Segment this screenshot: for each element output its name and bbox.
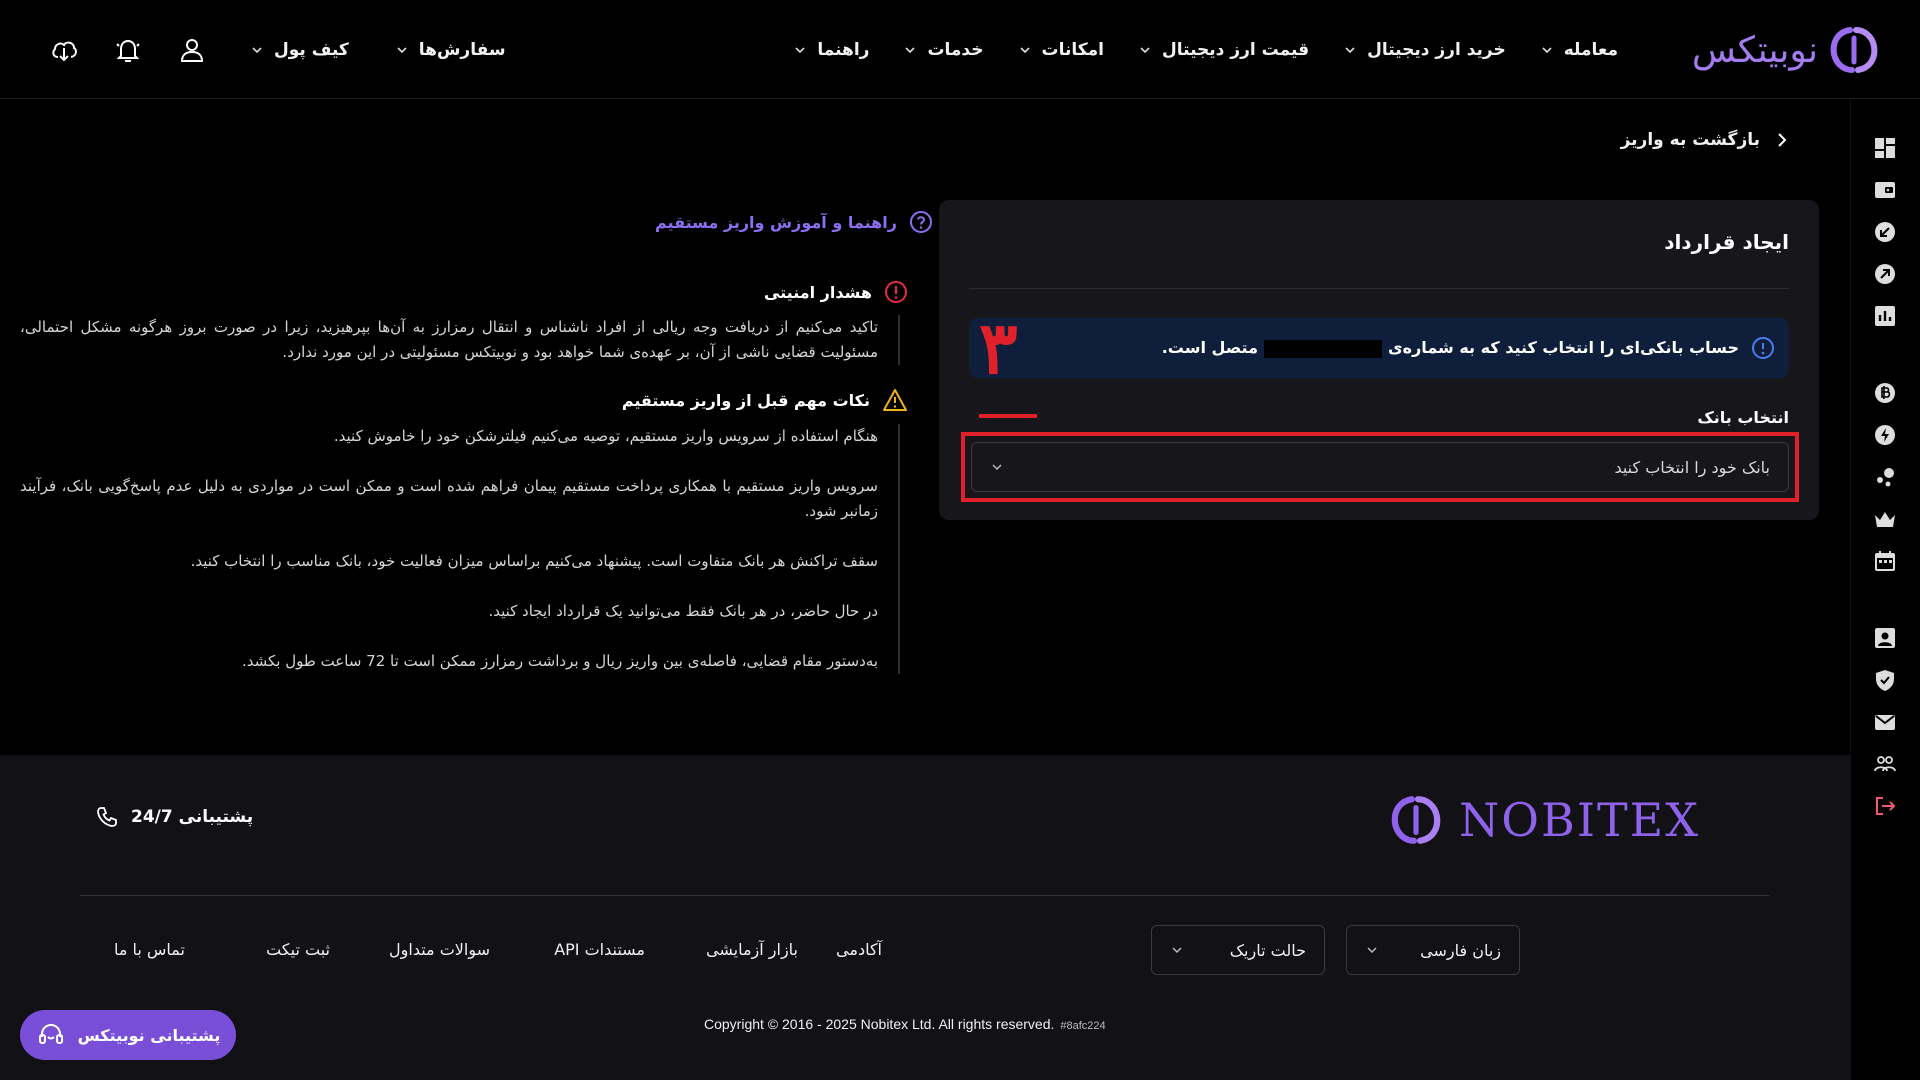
security-warning-heading: هشدار امنیتی xyxy=(764,280,908,304)
footer-link-faq[interactable]: سوالات متداول xyxy=(389,940,490,959)
footer-link-academy[interactable]: آکادمی xyxy=(836,940,882,959)
footer-link-test-market[interactable]: بازار آزمایشی xyxy=(706,940,798,959)
footer-logo[interactable]: NOBITEX xyxy=(1389,793,1700,847)
copyright-text: Copyright © 2016 - 2025 Nobitex Ltd. All… xyxy=(704,1016,1106,1032)
tip-item: سقف تراکنش هر بانک متفاوت است. پیشنهاد م… xyxy=(190,552,878,570)
nav-crypto-price[interactable]: قیمت ارز دیجیتال xyxy=(1138,40,1309,60)
nobitex-logo[interactable]: نوبیتکس xyxy=(1692,20,1880,80)
chevron-down-icon xyxy=(1542,47,1552,54)
logout-icon[interactable] xyxy=(1872,793,1898,819)
crown-icon[interactable] xyxy=(1872,506,1898,532)
bank-select-dropdown[interactable]: بانک خود را انتخاب کنید xyxy=(971,442,1789,492)
chevron-down-icon xyxy=(905,47,916,54)
nav-trade[interactable]: معامله xyxy=(1540,40,1618,60)
side-menu xyxy=(1850,100,1920,1080)
footer-link-api-docs[interactable]: مستندات API xyxy=(554,940,645,959)
nobitex-logo-mark-icon xyxy=(1391,796,1441,844)
card-title: ایجاد قرارداد xyxy=(1664,230,1789,254)
card-divider xyxy=(969,288,1789,289)
nobitex-logo-mark-icon xyxy=(1830,27,1878,73)
info-circle-icon xyxy=(1752,337,1774,359)
back-to-deposit-link[interactable]: بازگشت به واریز xyxy=(1621,130,1790,150)
nav-wallet[interactable]: کیف پول xyxy=(250,40,349,60)
tips-heading: نکات مهم قبل از واریز مستقیم xyxy=(622,388,908,412)
main-nav: معامله خرید ارز دیجیتال قیمت ارز دیجیتال… xyxy=(793,30,1618,70)
security-icon[interactable] xyxy=(1872,667,1898,693)
footer-logo-text: NOBITEX xyxy=(1459,793,1700,847)
theme-select[interactable]: حالت تاریک xyxy=(1151,925,1325,975)
notification-bell-icon[interactable] xyxy=(112,34,144,66)
top-header: نوبیتکس معامله خرید ارز دیجیتال قیمت ارز… xyxy=(0,0,1920,99)
step-underline-annotation xyxy=(979,414,1037,418)
security-warning-body: تاکید می‌کنیم از دریافت وجه ریالی از افر… xyxy=(20,315,900,365)
chevron-down-icon xyxy=(397,47,407,54)
friends-icon[interactable] xyxy=(1872,751,1898,777)
chevron-down-icon xyxy=(1172,947,1182,954)
flash-icon[interactable] xyxy=(1872,422,1898,448)
user-nav: سفارش‌ها کیف پول xyxy=(250,30,506,70)
message-icon[interactable] xyxy=(1872,709,1898,735)
chevron-right-icon xyxy=(1778,133,1787,147)
tip-item: هنگام استفاده از سرویس واریز مستقیم، توص… xyxy=(333,427,878,445)
nobitex-support-button[interactable]: پشتیبانی نوبیتکس xyxy=(20,1010,236,1060)
profile-icon[interactable] xyxy=(1872,625,1898,651)
step-number-annotation: ۳ xyxy=(979,305,1018,390)
direct-deposit-guide-link[interactable]: راهنما و آموزش واریز مستقیم xyxy=(655,210,933,234)
tip-item: به‌دستور مقام قضایی، فاصله‌ی بین واریز ر… xyxy=(241,652,878,670)
back-label: بازگشت به واریز xyxy=(1620,130,1760,150)
withdraw-icon[interactable] xyxy=(1872,261,1898,287)
referral-icon[interactable] xyxy=(1872,464,1898,490)
headset-icon xyxy=(38,1023,63,1044)
info-text: حساب بانکی‌ای را انتخاب کنید که به شماره… xyxy=(1161,338,1739,358)
chevron-down-icon xyxy=(992,464,1002,471)
alert-circle-icon xyxy=(885,281,907,303)
header-icon-group xyxy=(48,30,208,70)
footer-divider xyxy=(80,895,1770,896)
nav-help[interactable]: راهنما xyxy=(793,40,869,60)
nav-orders[interactable]: سفارش‌ها xyxy=(395,40,506,60)
redacted-phone-number xyxy=(1263,339,1382,358)
coin-icon[interactable] xyxy=(1872,380,1898,406)
report-icon[interactable] xyxy=(1872,303,1898,329)
chevron-down-icon xyxy=(795,47,805,54)
tips-list: هنگام استفاده از سرویس واریز مستقیم، توص… xyxy=(20,424,900,674)
guide-link-label: راهنما و آموزش واریز مستقیم xyxy=(655,212,897,232)
create-contract-card: ایجاد قرارداد حساب بانکی‌ای را انتخاب کن… xyxy=(939,200,1819,520)
chevron-down-icon xyxy=(1019,47,1030,54)
security-warning-text: تاکید می‌کنیم از دریافت وجه ریالی از افر… xyxy=(20,318,878,361)
support-24-7[interactable]: پشتیبانی 24/7 xyxy=(95,805,253,829)
wallet-icon[interactable] xyxy=(1872,177,1898,203)
nav-buy-crypto[interactable]: خرید ارز دیجیتال xyxy=(1343,40,1506,60)
deposit-icon[interactable] xyxy=(1872,219,1898,245)
chevron-down-icon xyxy=(252,47,262,54)
download-app-icon[interactable] xyxy=(48,34,80,66)
tip-item: سرویس واریز مستقیم با همکاری پرداخت مستق… xyxy=(20,477,878,520)
phone-icon xyxy=(97,807,117,827)
bank-account-info-box: حساب بانکی‌ای را انتخاب کنید که به شماره… xyxy=(969,318,1789,378)
user-account-icon[interactable] xyxy=(176,34,208,66)
footer-link-contact[interactable]: تماس با ما xyxy=(114,940,185,959)
build-hash: #8afc224 xyxy=(1060,1020,1106,1032)
bank-select-label: انتخاب بانک xyxy=(1697,408,1789,427)
help-circle-icon xyxy=(909,211,932,233)
logo-text: نوبیتکس xyxy=(1691,29,1818,71)
chevron-down-icon xyxy=(1367,947,1377,954)
chevron-down-icon xyxy=(1345,47,1355,54)
chevron-down-icon xyxy=(1140,47,1150,54)
warning-triangle-icon xyxy=(883,389,907,411)
language-select[interactable]: زبان فارسی xyxy=(1346,925,1520,975)
footer-link-submit-ticket[interactable]: ثبت تیکت xyxy=(266,940,330,959)
tip-item: در حال حاضر، در هر بانک فقط می‌توانید یک… xyxy=(488,602,878,620)
dashboard-icon[interactable] xyxy=(1872,135,1898,161)
nav-features[interactable]: امکانات xyxy=(1018,40,1104,60)
calendar-icon[interactable] xyxy=(1872,548,1898,574)
bank-select-placeholder: بانک خود را انتخاب کنید xyxy=(1614,457,1770,477)
nav-services[interactable]: خدمات xyxy=(903,40,984,60)
